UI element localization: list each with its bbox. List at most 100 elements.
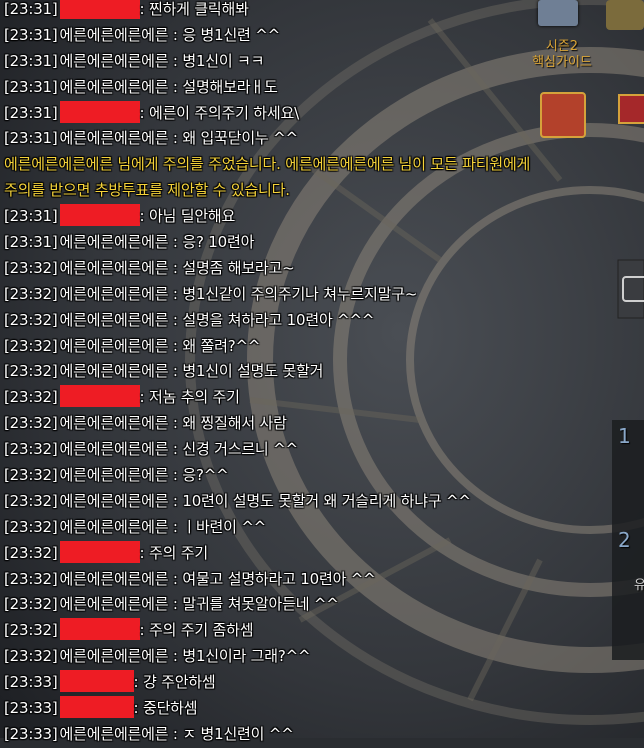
chat-message: [23:31]: 에른이 주의주기 하세요\ — [4, 100, 644, 127]
chat-message: [23:32] 에른에른에른에른 : 신경 거스르니 ^^ — [4, 437, 644, 463]
message-timestamp: [23:32] — [4, 336, 58, 355]
message-text: : 응? 10련아 — [168, 233, 255, 252]
message-text: : 왜 입꾹닫이누 ^^ — [168, 129, 298, 148]
chat-message: [23:32] 에른에른에른에른 : ㅣ바련이 ^^ — [4, 515, 644, 541]
message-text: 에른에른에른에른 님에게 주의를 주었습니다. 에른에른에른에른 님이 모든 파… — [4, 155, 531, 174]
chat-message: [23:33]: 중단하셈 — [4, 696, 644, 722]
chat-message: [23:32] 에른에른에른에른 : 병1신같이 주의주기나 쳐누르지말구~ — [4, 282, 644, 308]
redacted-sender — [59, 100, 140, 123]
chat-message: [23:32] : 주의 주기 — [4, 540, 644, 567]
sender-name[interactable]: 에른에른에른에른 — [60, 337, 169, 355]
redacted-sender — [59, 540, 140, 563]
sender-name[interactable]: 에른에른에른에른 — [60, 725, 169, 743]
chat-message: [23:31] : 찐하게 클릭해봐 — [4, 0, 644, 23]
message-timestamp: [23:32] — [4, 310, 58, 329]
message-text: : 병1신같이 주의주기나 쳐누르지말구~ — [168, 284, 418, 303]
message-text: : 설명해보라ㅐ도 — [168, 77, 278, 96]
message-timestamp: [23:31] — [4, 233, 58, 252]
sender-name[interactable]: 에른에른에른에른 — [60, 466, 169, 484]
sender-name[interactable]: 에른에른에른에른 — [60, 570, 169, 588]
chat-message: [23:31] 에른에른에른에른 : 왜 입꾹닫이누 ^^ — [4, 126, 644, 152]
message-timestamp: [23:33] — [4, 673, 58, 692]
sender-name[interactable]: 에른에른에른에른 — [60, 26, 169, 44]
sender-name[interactable]: 에른에른에른에른 — [60, 362, 169, 380]
message-timestamp: [23:32] — [4, 517, 58, 536]
chat-message: [23:32] 에른에른에른에른 : 병1신이 설명도 못할거 — [4, 359, 644, 385]
system-message: 에른에른에른에른 님에게 주의를 주었습니다. 에른에른에른에른 님이 모든 파… — [4, 152, 644, 178]
message-text: : 왜 찡질해서 사람 — [168, 414, 287, 433]
message-text: : 병1신이라 그래?^^ — [168, 647, 311, 666]
message-text: : 찐하게 클릭해봐 — [139, 0, 249, 18]
chat-message: [23:31] 에른에른에른에른 : 응? 10련아 — [4, 230, 644, 256]
sender-name[interactable]: 에른에른에른에른 — [60, 129, 169, 147]
message-text: : 아님 딜안해요 — [139, 207, 236, 226]
chat-message: [23:32] 에른에른에른에른 : 말귀를 쳐못알아듣네 ^^ — [4, 592, 644, 618]
message-timestamp: [23:32] — [4, 362, 58, 381]
message-text: : 주의 주기 — [139, 543, 209, 562]
message-text: : 병1신이 ㅋㅋ — [168, 51, 265, 70]
sender-name[interactable]: 에른에른에른에른 — [60, 492, 169, 510]
message-timestamp: [23:32] — [4, 414, 58, 433]
chat-log[interactable]: [23:31]: 찐하게 클릭해봐 [23:31] 에른에른에른에른 : 응 병1신… — [4, 0, 644, 748]
chat-message: [23:32] 에른에른에른에른 : 병1신이라 그래?^^ — [4, 644, 644, 670]
chat-message: [23:32]: 주의 주기 좀하셈 — [4, 618, 644, 644]
message-timestamp: [23:33] — [4, 724, 58, 743]
message-text: : 왜 쫄려?^^ — [168, 336, 261, 355]
message-text: : 저놈 추의 주기 — [139, 388, 240, 407]
message-timestamp: [23:32] — [4, 491, 58, 510]
message-timestamp: [23:31] — [4, 51, 58, 70]
message-text: : 말귀를 쳐못알아듣네 ^^ — [168, 595, 339, 614]
message-timestamp: [23:31] — [4, 0, 58, 18]
message-timestamp: [23:32] — [4, 440, 58, 459]
message-text: : 중단하셈 — [133, 699, 198, 718]
message-timestamp: [23:32] — [4, 284, 58, 303]
chat-message: [23:32] 에른에른에른에른 : 왜 쫄려?^^ — [4, 334, 644, 360]
chat-message: [23:31] 에른에른에른에른 : 병1신이 ㅋㅋ — [4, 49, 644, 75]
sender-name[interactable]: 에른에른에른에른 — [60, 647, 169, 665]
sender-name[interactable]: 에른에른에른에른 — [60, 78, 169, 96]
chat-message: [23:32] 에른에른에른에른 : 설명좀 해보라고~ — [4, 256, 644, 282]
redacted-sender — [59, 618, 140, 641]
message-text: : ㅣ바련이 ^^ — [168, 517, 267, 536]
message-text: : 응 병1신련 ^^ — [168, 25, 280, 44]
message-text: : 신경 거스르니 ^^ — [168, 440, 298, 459]
redacted-sender — [59, 670, 134, 693]
redacted-sender — [59, 385, 140, 408]
message-timestamp: [23:32] — [4, 543, 58, 562]
redacted-sender — [59, 204, 140, 227]
chat-message: [23:32] 에른에른에른에른 : 여물고 설명하라고 10련아 ^^ — [4, 567, 644, 593]
message-text: : 병1신이 설명도 못할거 — [168, 362, 324, 381]
message-text: : 여물고 설명하라고 10련아 ^^ — [168, 569, 376, 588]
sender-name[interactable]: 에른에른에른에른 — [60, 595, 169, 613]
message-timestamp: [23:31] — [4, 77, 58, 96]
chat-message: [23:31] 에른에른에른에른 : 응 병1신련 ^^ — [4, 23, 644, 49]
message-timestamp: [23:31] — [4, 25, 58, 44]
chat-message: [23:31] : 아님 딜안해요 — [4, 204, 644, 230]
message-timestamp: [23:32] — [4, 621, 58, 640]
message-timestamp: [23:32] — [4, 466, 58, 485]
sender-name[interactable]: 에른에른에른에른 — [60, 233, 169, 251]
message-timestamp: [23:32] — [4, 388, 58, 407]
message-text: : 10련이 설명도 못할거 왜 거슬리게 하냐구 ^^ — [168, 491, 471, 510]
sender-name[interactable]: 에른에른에른에른 — [60, 518, 169, 536]
redacted-sender — [59, 0, 140, 19]
sender-name[interactable]: 에른에른에른에른 — [60, 440, 169, 458]
message-timestamp: [23:32] — [4, 595, 58, 614]
chat-message: [23:32] 에른에른에른에른 : 왜 찡질해서 사람 — [4, 411, 644, 437]
message-timestamp: [23:32] — [4, 647, 58, 666]
message-text: 주의를 받으면 추방투표를 제안할 수 있습니다. — [4, 181, 290, 200]
message-text: : 에른이 주의주기 하세요\ — [139, 103, 300, 122]
sender-name[interactable]: 에른에른에른에른 — [60, 311, 169, 329]
chat-message: [23:32] : 저놈 추의 주기 — [4, 385, 644, 411]
message-timestamp: [23:31] — [4, 207, 58, 226]
sender-name[interactable]: 에른에른에른에른 — [60, 259, 169, 277]
chat-message: [23:31] 에른에른에른에른 : 설명해보라ㅐ도 — [4, 75, 644, 101]
sender-name[interactable]: 에른에른에른에른 — [60, 285, 169, 303]
chat-message: [23:33] 에른에른에른에른 : ㅈ 병1신련이 ^^ — [4, 722, 644, 748]
sender-name[interactable]: 에른에른에른에른 — [60, 414, 169, 432]
message-text: : 응?^^ — [168, 466, 229, 485]
redacted-sender — [59, 696, 134, 719]
system-message: 주의를 받으면 추방투표를 제안할 수 있습니다. — [4, 178, 644, 204]
sender-name[interactable]: 에른에른에른에른 — [60, 52, 169, 70]
message-text: : 설명좀 해보라고~ — [168, 258, 295, 277]
